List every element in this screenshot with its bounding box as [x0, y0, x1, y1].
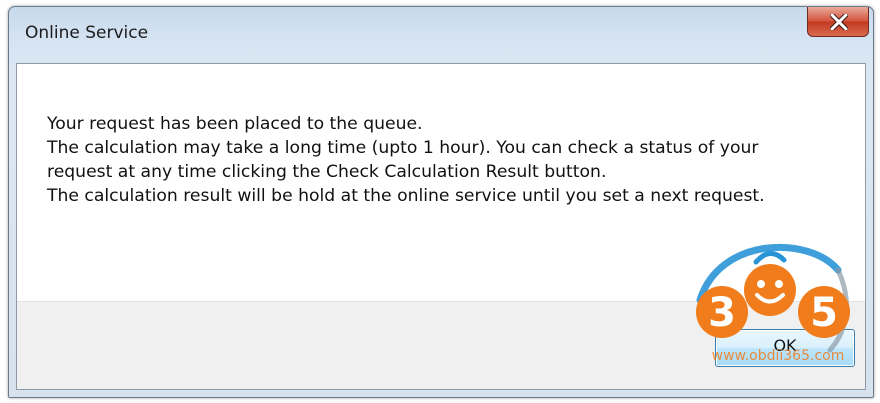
message-line-2: The calculation may take a long time (up… — [47, 138, 759, 182]
title-bar[interactable]: Online Service — [9, 7, 873, 63]
dialog-window: Online Service Your request has been pla… — [8, 6, 874, 398]
close-button[interactable] — [807, 7, 869, 37]
ok-button-label: OK — [773, 336, 797, 355]
message-text: Your request has been placed to the queu… — [47, 112, 827, 208]
message-line-3: The calculation result will be hold at t… — [47, 186, 765, 206]
message-area: Your request has been placed to the queu… — [17, 64, 865, 302]
ok-button[interactable]: OK — [715, 329, 855, 367]
window-title: Online Service — [25, 23, 149, 43]
dialog-body: Your request has been placed to the queu… — [16, 63, 866, 390]
close-icon — [830, 14, 848, 30]
message-line-1: Your request has been placed to the queu… — [47, 114, 423, 134]
